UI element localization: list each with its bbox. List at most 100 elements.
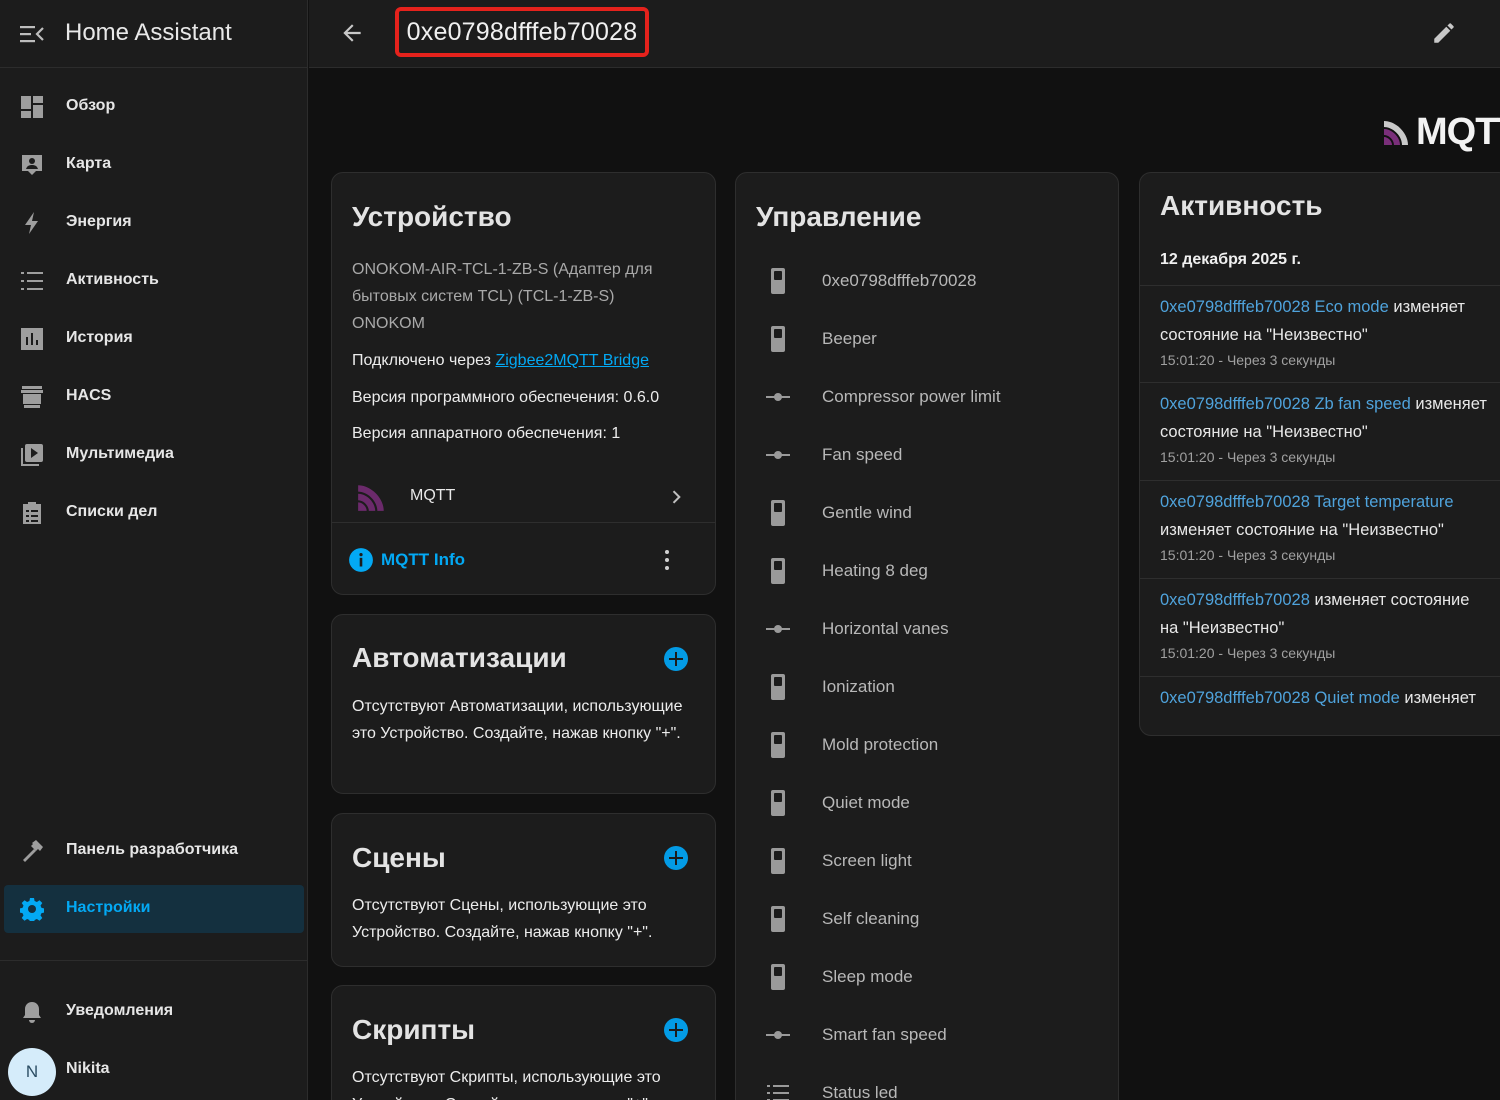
control-row[interactable]: Fan speed [756, 435, 1116, 475]
control-label: Status led [822, 1083, 898, 1100]
sidebar-item-media[interactable]: Мультимедиа [4, 431, 304, 479]
sidebar-item-map[interactable]: Карта [4, 141, 304, 189]
sidebar-item-notifications[interactable]: Уведомления [4, 988, 304, 1036]
sidebar-item-todo[interactable]: Списки дел [4, 489, 304, 537]
map-icon [22, 155, 42, 175]
sidebar-item-label: Уведомления [66, 1002, 174, 1019]
card-heading: Активность [1160, 190, 1323, 221]
control-row[interactable]: Heating 8 deg [756, 551, 1116, 591]
menu-collapse-icon[interactable] [20, 24, 44, 44]
sidebar-item-label: Активность [66, 271, 159, 288]
app: Home Assistant Обзор Карта Энергия Актив… [0, 0, 1500, 1100]
select-icon [766, 393, 790, 401]
scenes-card: Сцены Отсутствуют Сцены, использующие эт… [331, 813, 716, 967]
sidebar-divider [0, 960, 308, 961]
sidebar-item-label: Панель разработчика [66, 841, 239, 858]
activity-action: изменяет [1388, 298, 1465, 316]
activity-entity-link[interactable]: 0xe0798dfffeb70028 Target temperature [1160, 493, 1454, 511]
sidebar-item-user[interactable]: N Nikita [4, 1046, 304, 1096]
mqtt-info-button[interactable]: MQTT Info [348, 547, 465, 573]
activity-entity-link[interactable]: 0xe0798dfffeb70028 Zb fan speed [1160, 395, 1411, 413]
control-row[interactable]: Beeper [756, 319, 1116, 359]
control-row[interactable]: Ionization [756, 667, 1116, 707]
activity-entity-link[interactable]: 0xe0798dfffeb70028 [1160, 591, 1310, 609]
control-label: Heating 8 deg [822, 561, 928, 580]
page-title-highlight: 0xe0798dfffeb70028 [395, 7, 649, 57]
control-label: Fan speed [822, 445, 903, 464]
add-automation-button[interactable] [664, 647, 688, 671]
control-row[interactable]: Gentle wind [756, 493, 1116, 533]
control-row[interactable]: Smart fan speed [756, 1015, 1116, 1055]
sidebar-item-label: Энергия [66, 213, 132, 230]
activity-entity-link[interactable]: 0xe0798dfffeb70028 Quiet mode [1160, 689, 1400, 707]
control-label: Horizontal vanes [822, 619, 949, 638]
scenes-empty-text: Отсутствуют Сцены, использующие это Устр… [352, 897, 653, 941]
user-name: Nikita [66, 1060, 110, 1077]
integration-name: MQTT [410, 487, 456, 504]
activity-entity-link[interactable]: 0xe0798dfffeb70028 Eco mode [1160, 298, 1389, 316]
activity-action: изменяет состояние [1309, 591, 1470, 609]
control-row[interactable]: Status led [756, 1073, 1116, 1100]
activity-line: 0xe0798dfffeb70028 Eco mode изменяет [1160, 298, 1465, 317]
control-row[interactable]: Self cleaning [756, 899, 1116, 939]
device-info-card: Устройство ONOKOM-AIR-TCL-1-ZB-S (Адапте… [331, 172, 716, 595]
sidebar-item-energy[interactable]: Энергия [4, 199, 304, 247]
activity-time: 15:01:20 - Через 3 секунды [1160, 352, 1336, 368]
sidebar-item-hacs[interactable]: HACS [4, 373, 304, 421]
sidebar-item-label: Списки дел [66, 503, 158, 520]
control-row[interactable]: Mold protection [756, 725, 1116, 765]
sidebar-item-label: Обзор [66, 97, 116, 114]
card-heading: Устройство [352, 201, 512, 232]
activity-card: Активность 12 декабря 2025 г. 0xe0798dff… [1139, 172, 1500, 736]
control-row[interactable]: 0xe0798dfffeb70028 [756, 261, 1116, 301]
automations-card: Автоматизации Отсутствуют Автоматизации,… [331, 614, 716, 794]
switch-icon [771, 848, 785, 874]
gear-icon [20, 898, 44, 921]
sidebar-item-history[interactable]: История [4, 315, 304, 363]
activity-entry: 0xe0798dfffeb70028 Target temperature изм… [1140, 480, 1500, 578]
zigbee2mqtt-bridge-link[interactable]: Zigbee2MQTT Bridge [495, 352, 649, 369]
pencil-icon[interactable] [1431, 20, 1457, 46]
switch-icon [771, 268, 785, 294]
integration-row[interactable]: MQTT [332, 471, 715, 523]
device-manufacturer: ONOKOM [352, 315, 425, 332]
switch-icon [771, 906, 785, 932]
scripts-card: Скрипты Отсутствуют Скрипты, использующи… [331, 985, 716, 1100]
mqtt-icon [358, 485, 384, 511]
control-row[interactable]: Compressor power limit [756, 377, 1116, 417]
chart-icon [21, 328, 43, 350]
back-arrow-icon[interactable] [339, 20, 365, 46]
control-row[interactable]: Horizontal vanes [756, 609, 1116, 649]
sidebar-item-overview[interactable]: Обзор [4, 83, 304, 131]
activity-time: 15:01:20 - Через 3 секунды [1160, 449, 1336, 465]
control-label: Sleep mode [822, 967, 913, 986]
card-heading: Управление [756, 201, 922, 232]
activity-line: 0xe0798dfffeb70028 изменяет состояние [1160, 591, 1469, 610]
activity-line: 0xe0798dfffeb70028 Quiet mode изменяет [1160, 689, 1476, 708]
control-label: Compressor power limit [822, 387, 1001, 406]
control-row[interactable]: Sleep mode [756, 957, 1116, 997]
activity-line: 0xe0798dfffeb70028 Zb fan speed изменяет [1160, 395, 1487, 414]
control-row[interactable]: Screen light [756, 841, 1116, 881]
sidebar-item-settings[interactable]: Настройки [4, 885, 304, 933]
sidebar-item-label: Мультимедиа [66, 445, 174, 462]
select-icon [766, 625, 790, 633]
chevron-right-icon [672, 490, 681, 504]
sidebar-item-activity[interactable]: Активность [4, 257, 304, 305]
mqtt-logo-text: MQTT [1416, 110, 1500, 153]
avatar: N [8, 1048, 56, 1096]
activity-entry: 0xe0798dfffeb70028 изменяет состояние на … [1140, 578, 1500, 676]
media-icon [21, 444, 43, 466]
bell-icon [23, 1002, 41, 1023]
connected-via: Подключено через Zigbee2MQTT Bridge [352, 347, 649, 374]
more-vertical-icon[interactable] [655, 548, 679, 572]
activity-state-text: состояние на "Неизвестно" [1160, 326, 1368, 344]
add-scene-button[interactable] [664, 846, 688, 870]
card-heading: Автоматизации [352, 642, 567, 673]
add-script-button[interactable] [664, 1018, 688, 1042]
control-row[interactable]: Quiet mode [756, 783, 1116, 823]
activity-state-text: на "Неизвестно" [1160, 619, 1285, 637]
switch-icon [771, 674, 785, 700]
sidebar-item-developer-tools[interactable]: Панель разработчика [4, 827, 304, 875]
sidebar-item-label: HACS [66, 387, 112, 404]
